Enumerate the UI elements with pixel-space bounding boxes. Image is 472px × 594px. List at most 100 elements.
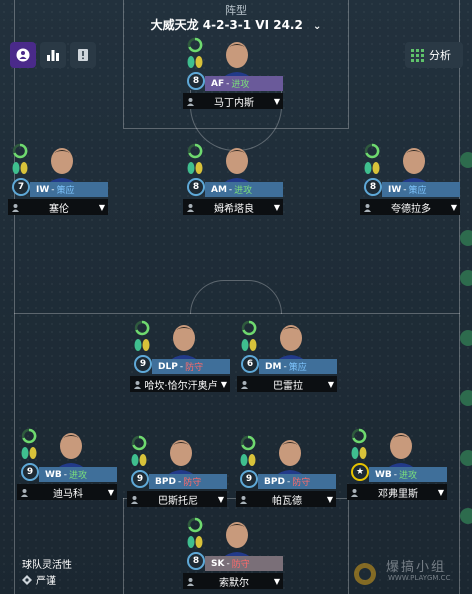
- formation-selector[interactable]: 大威天龙 4-2-3-1 VI 24.2 ⌄: [0, 16, 472, 33]
- duty-label: 进攻: [231, 80, 250, 90]
- player-name: 塞伦: [49, 203, 69, 215]
- player-selector[interactable]: 巴斯托尼 ▼: [127, 491, 227, 507]
- role-duty-selector[interactable]: AF - 进攻: [205, 76, 283, 91]
- player-card-sk[interactable]: 8 SK - 防守 索默尔 ▼: [183, 517, 283, 594]
- caret-down-icon: ▼: [273, 576, 281, 586]
- watermark-text: 爆搞小组: [386, 560, 447, 575]
- player-number-badge: 8: [187, 552, 205, 570]
- formation-name: 大威天龙 4-2-3-1 VI 24.2: [150, 18, 303, 32]
- stats-view-button[interactable]: [40, 42, 66, 68]
- role-duty-selector[interactable]: DM - 策应: [259, 359, 337, 374]
- role-duty-selector[interactable]: SK - 防守: [205, 556, 283, 571]
- player-selector[interactable]: 迪马科 ▼: [17, 484, 117, 500]
- condition-ring-icon: [187, 517, 203, 533]
- side-indicator: [460, 330, 472, 346]
- player-portrait: [398, 148, 430, 185]
- duty-label: 进攻: [69, 471, 88, 481]
- player-selector[interactable]: 巴雷拉 ▼: [237, 376, 337, 392]
- team-flexibility-value[interactable]: 严谨: [22, 572, 56, 587]
- caret-down-icon: ▼: [273, 96, 281, 106]
- role-code: WB: [45, 469, 62, 480]
- footedness-icon: [187, 56, 203, 68]
- player-card-dm[interactable]: 6 DM - 策应 巴雷拉 ▼: [237, 320, 337, 400]
- caret-down-icon: ▼: [217, 494, 225, 504]
- player-number-badge: 8: [187, 72, 205, 90]
- footedness-icon: [131, 454, 147, 466]
- condition-ring-icon: [240, 435, 256, 451]
- caret-down-icon: ▼: [326, 494, 334, 504]
- watermark-url: WWW.PLAYGM.CC: [388, 574, 451, 582]
- player-card-am[interactable]: 8 AM - 进攻 姆希塔良 ▼: [183, 143, 283, 223]
- footedness-icon: [12, 162, 28, 174]
- player-card-wbr[interactable]: ★ WB - 进攻 邓弗里斯 ▼: [347, 428, 447, 508]
- player-name: 邓弗里斯: [378, 488, 418, 500]
- player-name: 马丁内斯: [214, 97, 254, 109]
- player-selector[interactable]: 索默尔 ▼: [183, 573, 283, 589]
- duty-label: 防守: [292, 478, 311, 488]
- player-card-wbl[interactable]: 9 WB - 进攻 迪马科 ▼: [17, 428, 117, 508]
- player-card-af[interactable]: 8 AF - 进攻 马丁内斯 ▼: [183, 37, 283, 117]
- duty-label: 策应: [408, 186, 427, 196]
- condition-ring-icon: [12, 143, 28, 159]
- person-icon: [130, 380, 144, 389]
- role-separator: -: [179, 361, 184, 372]
- role-separator: -: [228, 184, 233, 195]
- player-selector[interactable]: 帕瓦德 ▼: [236, 491, 336, 507]
- player-selector[interactable]: 姆希塔良 ▼: [183, 199, 283, 215]
- role-separator: -: [177, 476, 182, 487]
- player-portrait: [274, 440, 306, 477]
- role-code: BPD: [155, 476, 176, 487]
- role-separator: -: [51, 184, 55, 195]
- footedness-icon: [351, 447, 367, 459]
- player-card-bpdr[interactable]: 9 BPD - 防守 帕瓦德 ▼: [236, 435, 336, 515]
- watermark-logo: 爆搞小组 WWW.PLAYGM.CC: [350, 556, 465, 590]
- player-card-dlp[interactable]: 9 DLP - 防守 哈坎·恰尔汗奥卢 ▼: [130, 320, 230, 400]
- condition-ring-icon: [351, 428, 367, 444]
- diamond-icon: [22, 574, 32, 585]
- player-number-badge: 6: [241, 355, 259, 373]
- person-icon: [16, 48, 30, 62]
- watermark-mascot-icon: [354, 563, 376, 585]
- role-duty-selector[interactable]: WB - 进攻: [39, 467, 117, 482]
- player-portrait: [385, 433, 417, 470]
- role-duty-selector[interactable]: IW - 策应: [30, 182, 108, 197]
- analysis-button[interactable]: 分析: [405, 42, 463, 68]
- caret-down-icon: ▼: [220, 379, 228, 389]
- player-view-button[interactable]: [10, 42, 36, 68]
- footedness-icon: [187, 162, 203, 174]
- duty-label: 防守: [231, 560, 250, 570]
- side-indicator: [460, 230, 472, 246]
- player-selector[interactable]: 邓弗里斯 ▼: [347, 484, 447, 500]
- role-code: DM: [265, 361, 282, 372]
- player-card-iwl[interactable]: 7 IW - 策应 塞伦 ▼: [8, 143, 108, 223]
- player-name: 夸德拉多: [391, 203, 431, 215]
- caret-down-icon: ▼: [98, 202, 106, 212]
- role-code: AM: [211, 184, 227, 195]
- caret-down-icon: ▼: [273, 202, 281, 212]
- player-selector[interactable]: 夸德拉多 ▼: [360, 199, 460, 215]
- role-duty-selector[interactable]: AM - 进攻: [205, 182, 283, 197]
- condition-ring-icon: [187, 143, 203, 159]
- role-duty-selector[interactable]: BPD - 防守: [149, 474, 227, 489]
- person-icon: [237, 380, 251, 389]
- caret-down-icon: ▼: [450, 202, 458, 212]
- player-selector[interactable]: 塞伦 ▼: [8, 199, 108, 215]
- duty-label: 策应: [288, 363, 307, 373]
- pitch-line-right: [459, 0, 460, 594]
- player-card-iwr[interactable]: 8 IW - 策应 夸德拉多 ▼: [360, 143, 460, 223]
- player-selector[interactable]: 哈坎·恰尔汗奥卢 ▼: [130, 376, 230, 392]
- bottom-box-left: [123, 498, 124, 594]
- duty-label: 策应: [56, 186, 75, 196]
- player-number-badge: 8: [364, 178, 382, 196]
- role-duty-selector[interactable]: IW - 策应: [382, 182, 460, 197]
- player-portrait: [275, 325, 307, 362]
- role-duty-selector[interactable]: BPD - 防守: [258, 474, 336, 489]
- info-view-button[interactable]: [70, 42, 96, 68]
- player-portrait: [221, 148, 253, 185]
- player-card-bpdl[interactable]: 9 BPD - 防守 巴斯托尼 ▼: [127, 435, 227, 515]
- role-duty-selector[interactable]: DLP - 防守: [152, 359, 230, 374]
- player-selector[interactable]: 马丁内斯 ▼: [183, 93, 283, 109]
- side-indicator: [460, 508, 472, 524]
- side-indicator: [460, 152, 472, 168]
- role-duty-selector[interactable]: WB - 进攻: [369, 467, 447, 482]
